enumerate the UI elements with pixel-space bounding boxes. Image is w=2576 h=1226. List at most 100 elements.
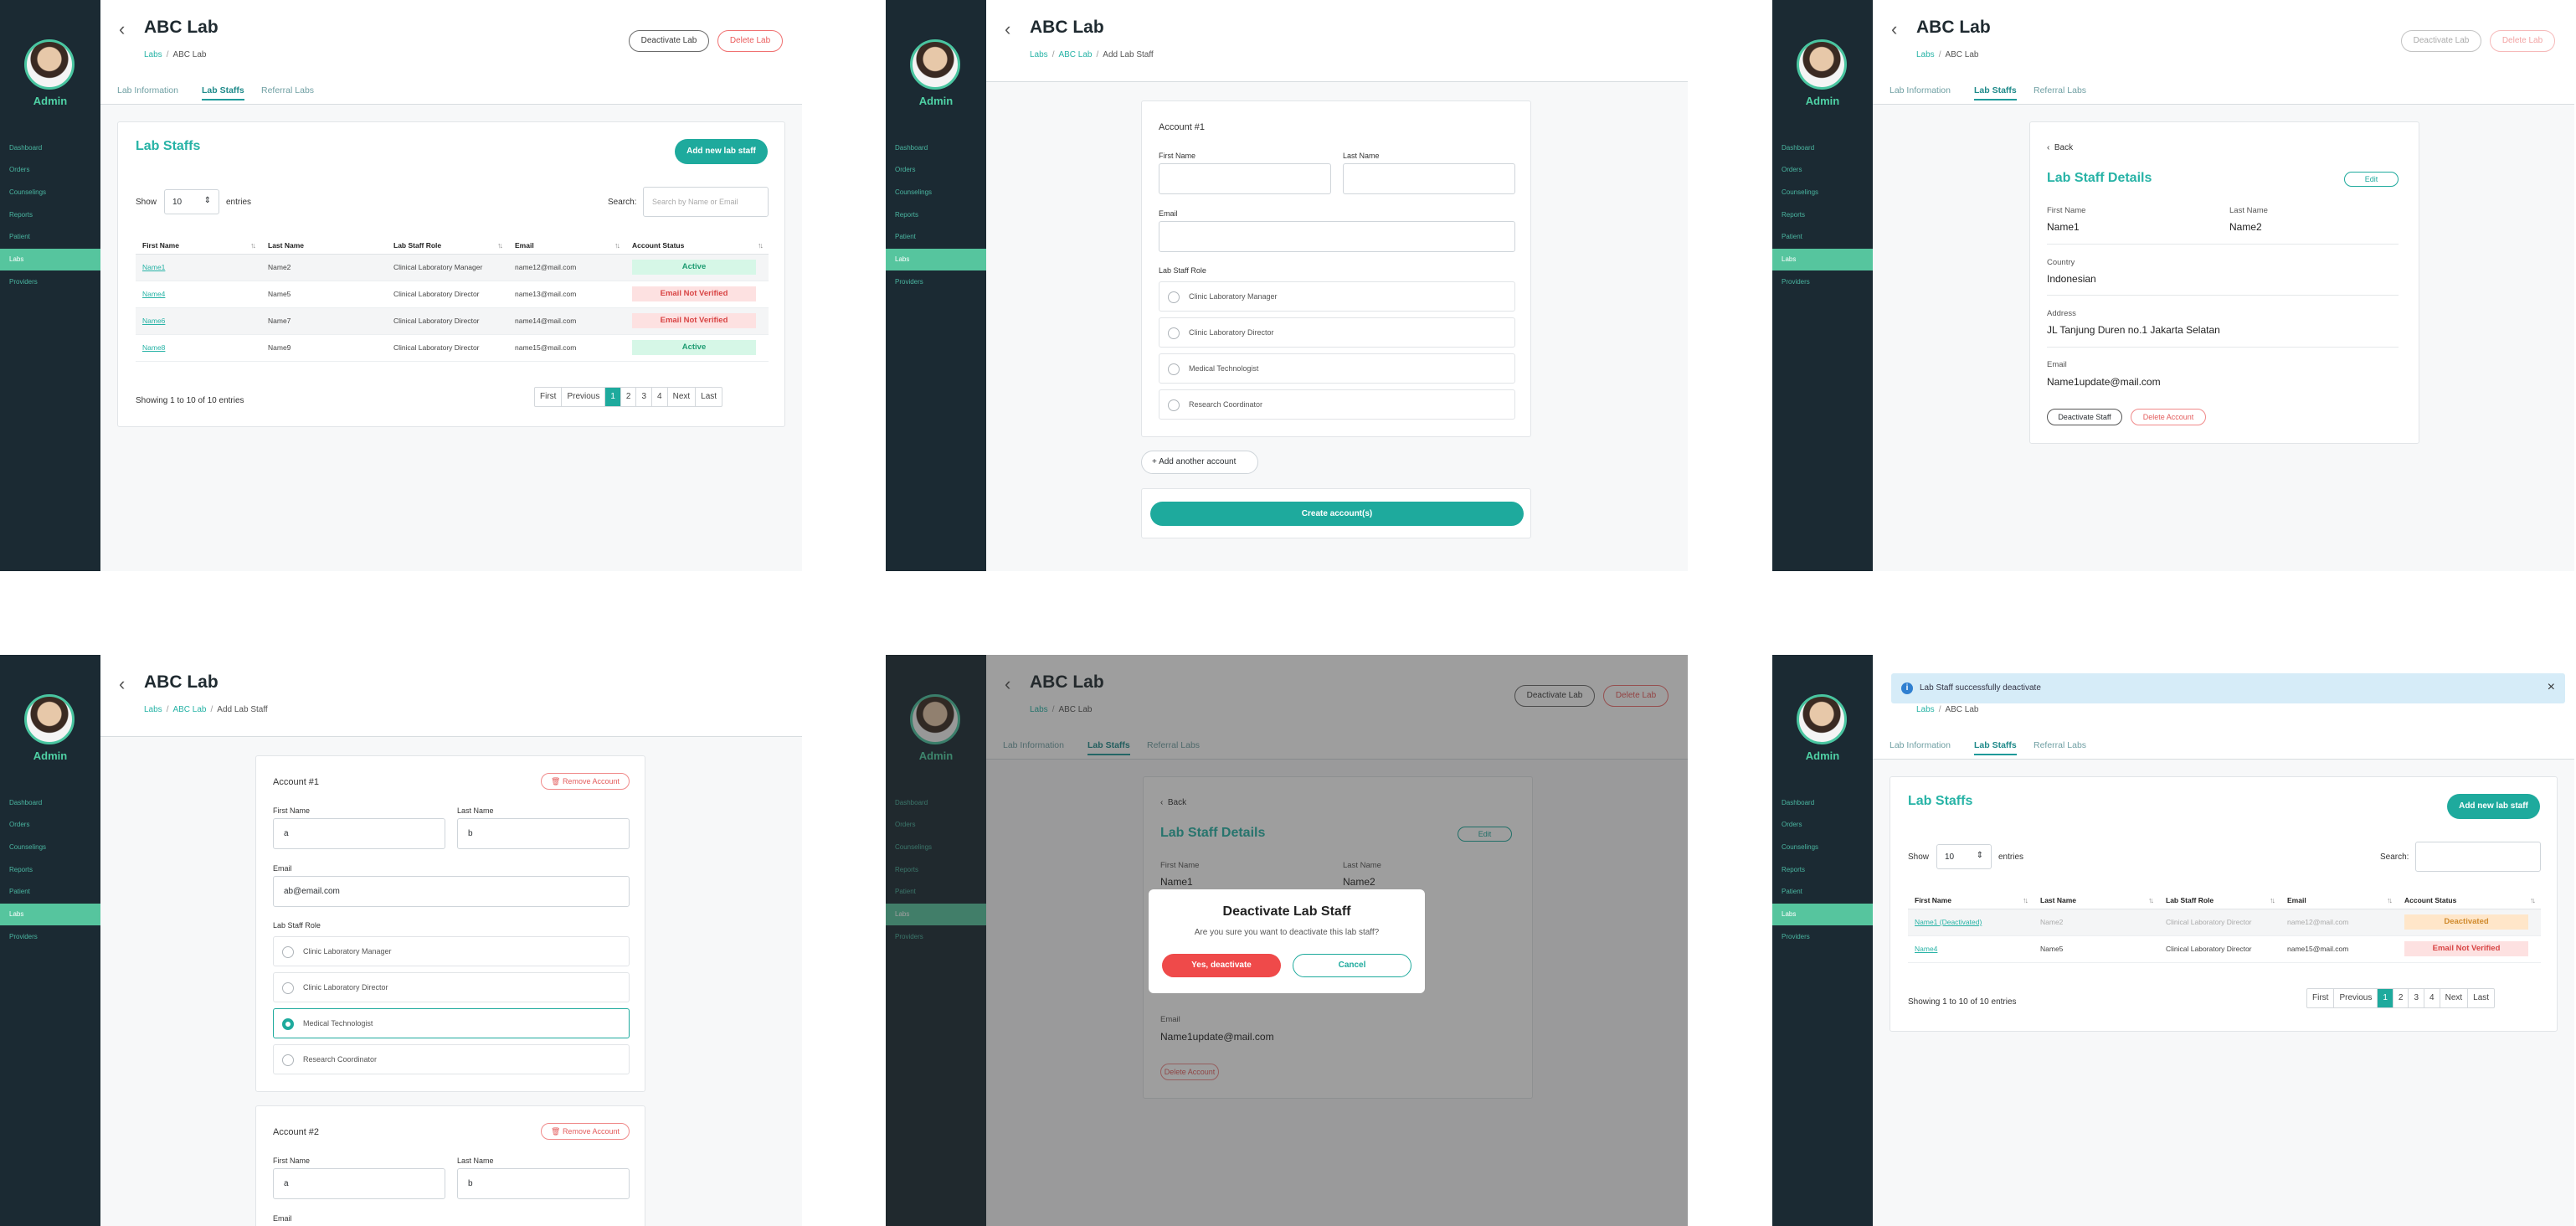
page-1[interactable]: 1: [605, 388, 621, 406]
sidebar-item-counselings[interactable]: Counselings: [886, 182, 986, 203]
page-last[interactable]: Last: [2468, 989, 2494, 1007]
search-input[interactable]: Search by Name or Email: [643, 187, 769, 217]
column-header[interactable]: Email ↑↓: [2280, 892, 2398, 909]
entries-select[interactable]: 10 ⇕: [164, 189, 219, 214]
role-option-coordinator[interactable]: Research Coordinator: [1159, 389, 1515, 420]
delete-account-button[interactable]: Delete Account: [2131, 409, 2206, 425]
edit-button[interactable]: Edit: [2344, 172, 2399, 187]
sidebar-item-labs[interactable]: Labs: [0, 249, 100, 270]
column-header[interactable]: First Name ↑↓: [136, 237, 261, 255]
email-input[interactable]: ab@email.com: [273, 876, 630, 907]
role-option-manager[interactable]: Clinic Laboratory Manager: [1159, 281, 1515, 312]
sidebar-item-reports[interactable]: Reports: [1772, 859, 1873, 881]
sidebar-item-reports[interactable]: Reports: [0, 859, 100, 881]
sidebar-item-providers[interactable]: Providers: [1772, 926, 1873, 948]
sidebar-item-providers[interactable]: Providers: [0, 926, 100, 948]
tab-referral-labs[interactable]: Referral Labs: [2034, 85, 2086, 95]
sidebar-item-providers[interactable]: Providers: [886, 271, 986, 293]
sidebar-item-patient[interactable]: Patient: [1772, 881, 1873, 903]
delete-lab-button[interactable]: Delete Lab: [2490, 30, 2555, 52]
first-name-input[interactable]: a: [273, 1168, 445, 1199]
tab-lab-information[interactable]: Lab Information: [1890, 740, 1951, 750]
sidebar-item-patient[interactable]: Patient: [1772, 226, 1873, 248]
remove-account-button[interactable]: 🗑 Remove Account: [541, 1123, 630, 1140]
role-option-technologist[interactable]: Medical Technologist: [1159, 353, 1515, 384]
page-first[interactable]: First: [535, 388, 563, 406]
page-next[interactable]: Next: [2440, 989, 2469, 1007]
column-header[interactable]: Lab Staff Role ↑↓: [2159, 892, 2280, 909]
tab-lab-staffs[interactable]: Lab Staffs: [1974, 740, 2017, 755]
sidebar-item-orders[interactable]: Orders: [886, 159, 986, 181]
add-lab-staff-button[interactable]: Add new lab staff: [675, 139, 768, 164]
sidebar-item-dashboard[interactable]: Dashboard: [0, 137, 100, 159]
back-arrow-icon[interactable]: ‹: [119, 675, 125, 693]
last-name-input[interactable]: b: [457, 1168, 630, 1199]
back-link[interactable]: ‹ Back: [2047, 143, 2073, 152]
staff-name-link[interactable]: Name4: [142, 290, 165, 298]
sidebar-item-reports[interactable]: Reports: [886, 204, 986, 226]
delete-lab-button[interactable]: Delete Lab: [717, 30, 783, 52]
sidebar-item-reports[interactable]: Reports: [0, 204, 100, 226]
sidebar-item-orders[interactable]: Orders: [0, 814, 100, 836]
search-input[interactable]: [2415, 842, 2541, 872]
column-header[interactable]: Last Name ↑↓: [2034, 892, 2159, 909]
remove-account-button[interactable]: 🗑 Remove Account: [541, 773, 630, 790]
add-another-account-button[interactable]: + Add another account: [1141, 451, 1258, 474]
column-header[interactable]: First Name ↑↓: [1908, 892, 2034, 909]
role-option-technologist[interactable]: Medical Technologist: [273, 1008, 630, 1038]
confirm-deactivate-button[interactable]: Yes, deactivate: [1162, 954, 1281, 977]
column-header[interactable]: Account Status ↑↓: [2398, 892, 2541, 909]
column-header[interactable]: Lab Staff Role ↑↓: [387, 237, 508, 255]
sidebar-item-labs[interactable]: Labs: [1772, 904, 1873, 925]
page-3[interactable]: 3: [636, 388, 653, 406]
tab-lab-staffs[interactable]: Lab Staffs: [202, 85, 244, 100]
tab-referral-labs[interactable]: Referral Labs: [261, 85, 314, 95]
column-header[interactable]: Account Status ↑↓: [625, 237, 769, 255]
tab-referral-labs[interactable]: Referral Labs: [2034, 740, 2086, 750]
back-arrow-icon[interactable]: ‹: [119, 20, 125, 39]
sidebar-item-dashboard[interactable]: Dashboard: [886, 137, 986, 159]
staff-name-link[interactable]: Name8: [142, 343, 165, 352]
sidebar-item-orders[interactable]: Orders: [0, 159, 100, 181]
sidebar-item-counselings[interactable]: Counselings: [1772, 837, 1873, 858]
close-icon[interactable]: ×: [2548, 680, 2555, 695]
back-arrow-icon[interactable]: ‹: [1005, 20, 1010, 39]
sidebar-item-orders[interactable]: Orders: [1772, 814, 1873, 836]
sidebar-item-patient[interactable]: Patient: [0, 881, 100, 903]
role-option-director[interactable]: Clinic Laboratory Director: [273, 972, 630, 1002]
cancel-button[interactable]: Cancel: [1293, 954, 1411, 977]
sidebar-item-dashboard[interactable]: Dashboard: [1772, 792, 1873, 814]
role-option-coordinator[interactable]: Research Coordinator: [273, 1044, 630, 1074]
staff-name-link[interactable]: Name1 (Deactivated): [1915, 918, 1982, 926]
first-name-input[interactable]: [1159, 163, 1331, 194]
column-header[interactable]: Email ↑↓: [508, 237, 625, 255]
first-name-input[interactable]: a: [273, 818, 445, 849]
page-previous[interactable]: Previous: [2334, 989, 2378, 1007]
last-name-input[interactable]: [1343, 163, 1515, 194]
page-1[interactable]: 1: [2378, 989, 2393, 1007]
deactivate-lab-button[interactable]: Deactivate Lab: [2401, 30, 2481, 52]
sidebar-item-dashboard[interactable]: Dashboard: [0, 792, 100, 814]
breadcrumb-labs[interactable]: Labs: [144, 50, 162, 59]
sidebar-item-patient[interactable]: Patient: [0, 226, 100, 248]
deactivate-lab-button[interactable]: Deactivate Lab: [629, 30, 709, 52]
page-4[interactable]: 4: [2424, 989, 2440, 1007]
create-accounts-button[interactable]: Create account(s): [1150, 502, 1524, 526]
page-3[interactable]: 3: [2409, 989, 2425, 1007]
tab-lab-information[interactable]: Lab Information: [117, 85, 178, 95]
staff-name-link[interactable]: Name4: [1915, 945, 1937, 953]
tab-lab-information[interactable]: Lab Information: [1890, 85, 1951, 95]
page-4[interactable]: 4: [652, 388, 668, 406]
sidebar-item-providers[interactable]: Providers: [0, 271, 100, 293]
deactivate-staff-button[interactable]: Deactivate Staff: [2047, 409, 2122, 425]
tab-lab-staffs[interactable]: Lab Staffs: [1974, 85, 2017, 100]
staff-name-link[interactable]: Name1: [142, 263, 165, 271]
email-input[interactable]: [1159, 221, 1515, 252]
add-lab-staff-button[interactable]: Add new lab staff: [2447, 794, 2540, 819]
sidebar-item-providers[interactable]: Providers: [1772, 271, 1873, 293]
role-option-manager[interactable]: Clinic Laboratory Manager: [273, 936, 630, 966]
staff-name-link[interactable]: Name6: [142, 317, 165, 325]
last-name-input[interactable]: b: [457, 818, 630, 849]
role-option-director[interactable]: Clinic Laboratory Director: [1159, 317, 1515, 348]
sidebar-item-labs[interactable]: Labs: [1772, 249, 1873, 270]
